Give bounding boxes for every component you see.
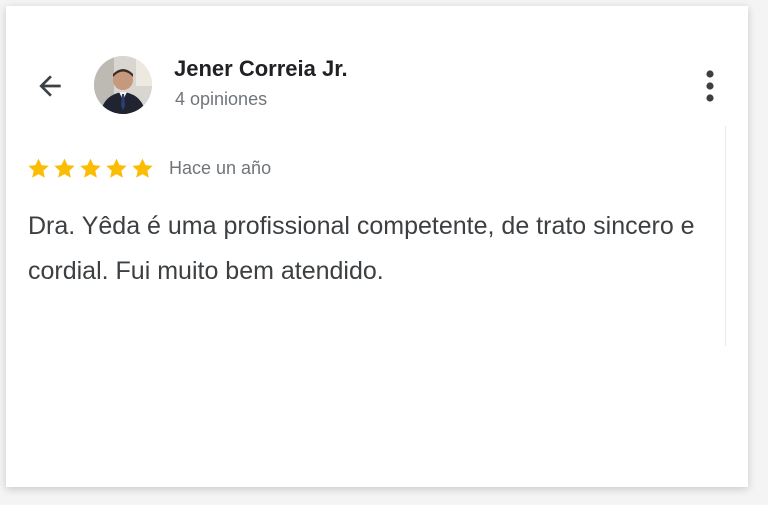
star-rating: [26, 156, 155, 181]
avatar[interactable]: [94, 56, 152, 114]
reviewer-name[interactable]: Jener Correia Jr.: [174, 56, 348, 82]
back-button[interactable]: [30, 66, 70, 106]
star-icon: [54, 158, 75, 178]
review-card: ……… ……… Jener Correia Jr. 4 opiniones: [6, 6, 748, 487]
arrow-left-icon: [39, 75, 61, 97]
star-icon: [132, 158, 153, 178]
side-divider: [725, 126, 726, 346]
more-vertical-icon: [706, 70, 714, 102]
star-icon: [106, 158, 127, 178]
reviewer-review-count: 4 opiniones: [175, 89, 268, 109]
rating-row: Hace un año: [26, 154, 271, 182]
truncated-previous-text: ……… ………: [28, 6, 148, 14]
review-date: Hace un año: [169, 157, 272, 178]
review-header: Jener Correia Jr. 4 opiniones: [6, 44, 748, 124]
more-options-button[interactable]: [694, 64, 726, 108]
star-icon: [80, 158, 101, 178]
review-text: Dra. Yêda é uma profissional competente,…: [28, 212, 695, 285]
reviewer-photo: [94, 56, 152, 114]
star-icon: [28, 158, 49, 178]
